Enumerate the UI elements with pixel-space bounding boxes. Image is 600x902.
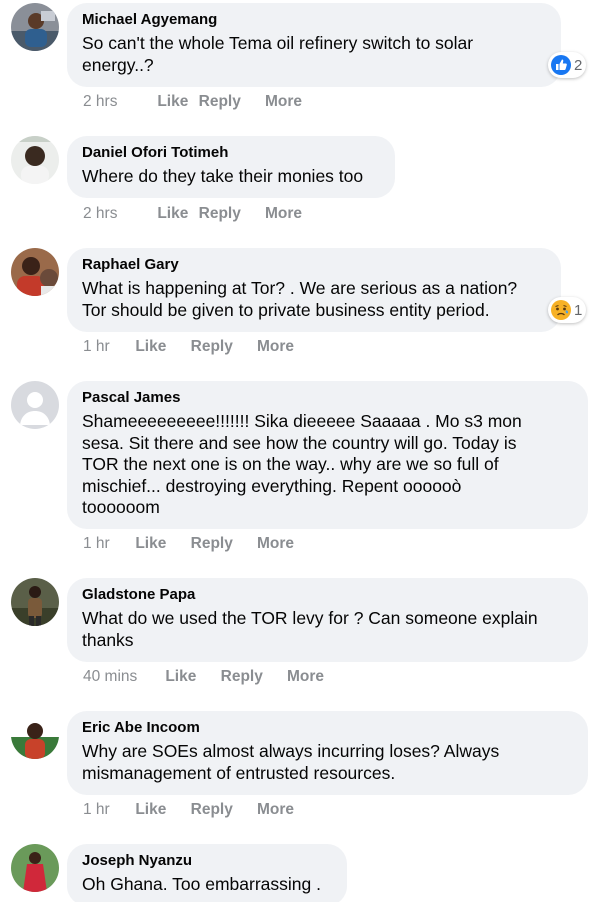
avatar[interactable] — [11, 381, 59, 429]
reaction-count: 2 — [574, 56, 583, 74]
like-button[interactable]: Like — [135, 535, 186, 553]
comment-actions: 40 mins Like Reply More — [83, 668, 324, 686]
reply-button[interactable]: Reply — [191, 338, 253, 356]
timestamp[interactable]: 1 hr — [83, 338, 131, 356]
reply-button[interactable]: Reply — [199, 93, 261, 111]
avatar[interactable] — [11, 136, 59, 184]
more-button[interactable]: More — [257, 535, 294, 553]
like-button[interactable]: Like — [165, 668, 216, 686]
commenter-name[interactable]: Pascal James — [82, 389, 572, 407]
avatar-photo-icon — [11, 578, 59, 626]
comment-bubble: Pascal James Shameeeeeeeee!!!!!!! Sika d… — [67, 381, 588, 529]
like-button[interactable]: Like — [135, 801, 186, 819]
comment-bubble: Raphael Gary What is happening at Tor? .… — [67, 248, 561, 332]
like-icon — [551, 55, 571, 75]
comment-text: What do we used the TOR levy for ? Can s… — [82, 608, 538, 650]
more-button[interactable]: More — [265, 205, 302, 223]
commenter-name[interactable]: Gladstone Papa — [82, 586, 572, 604]
reply-button[interactable]: Reply — [191, 801, 253, 819]
avatar-photo-icon — [11, 3, 59, 51]
avatar[interactable] — [11, 3, 59, 51]
comment-actions: 2 hrs Like Reply More — [83, 93, 302, 111]
commenter-name[interactable]: Joseph Nyanzu — [82, 852, 331, 870]
avatar-photo-icon — [11, 248, 59, 296]
default-profile-icon — [11, 381, 59, 429]
avatar[interactable] — [11, 711, 59, 759]
reaction-badge[interactable]: 1 — [548, 297, 587, 323]
sad-icon — [551, 300, 571, 320]
timestamp[interactable]: 1 hr — [83, 535, 131, 553]
commenter-name[interactable]: Daniel Ofori Totimeh — [82, 144, 379, 162]
comment-bubble: Michael Agyemang So can't the whole Tema… — [67, 3, 561, 87]
more-button[interactable]: More — [287, 668, 324, 686]
comment-bubble: Eric Abe Incoom Why are SOEs almost alwa… — [67, 711, 588, 795]
comment-text: Why are SOEs almost always incurring los… — [82, 741, 500, 783]
timestamp[interactable]: 2 hrs — [83, 93, 153, 111]
avatar-photo-icon — [11, 136, 59, 184]
avatar-photo-icon — [11, 844, 59, 892]
avatar[interactable] — [11, 578, 59, 626]
avatar[interactable] — [11, 844, 59, 892]
more-button[interactable]: More — [257, 338, 294, 356]
commenter-name[interactable]: Raphael Gary — [82, 256, 545, 274]
comment-bubble: Gladstone Papa What do we used the TOR l… — [67, 578, 588, 662]
avatar[interactable] — [11, 248, 59, 296]
timestamp[interactable]: 1 hr — [83, 801, 131, 819]
more-button[interactable]: More — [265, 93, 302, 111]
avatar-photo-icon — [11, 711, 59, 759]
commenter-name[interactable]: Michael Agyemang — [82, 11, 545, 29]
comment-text: Oh Ghana. Too embarrassing . — [82, 874, 321, 894]
comment-actions: 1 hr Like Reply More — [83, 535, 294, 553]
comment-text: So can't the whole Tema oil refinery swi… — [82, 33, 474, 75]
reaction-count: 1 — [574, 301, 583, 319]
reply-button[interactable]: Reply — [221, 668, 283, 686]
comment-text: Shameeeeeeeee!!!!!!! Sika dieeeee Saaaaa… — [82, 411, 522, 517]
comment-actions: 1 hr Like Reply More — [83, 338, 294, 356]
commenter-name[interactable]: Eric Abe Incoom — [82, 719, 572, 737]
comment-actions: 2 hrs Like Reply More — [83, 205, 302, 223]
comment-actions: 1 hr Like Reply More — [83, 801, 294, 819]
reply-button[interactable]: Reply — [191, 535, 253, 553]
like-button[interactable]: Like — [157, 205, 194, 223]
comment-text: What is happening at Tor? . We are serio… — [82, 278, 518, 320]
reaction-badge[interactable]: 2 — [548, 52, 587, 78]
like-button[interactable]: Like — [135, 338, 186, 356]
comment-bubble: Joseph Nyanzu Oh Ghana. Too embarrassing… — [67, 844, 347, 902]
comment-text: Where do they take their monies too — [82, 166, 364, 186]
more-button[interactable]: More — [257, 801, 294, 819]
comment-bubble: Daniel Ofori Totimeh Where do they take … — [67, 136, 395, 198]
like-button[interactable]: Like — [157, 93, 194, 111]
timestamp[interactable]: 2 hrs — [83, 205, 153, 223]
reply-button[interactable]: Reply — [199, 205, 261, 223]
timestamp[interactable]: 40 mins — [83, 668, 161, 686]
